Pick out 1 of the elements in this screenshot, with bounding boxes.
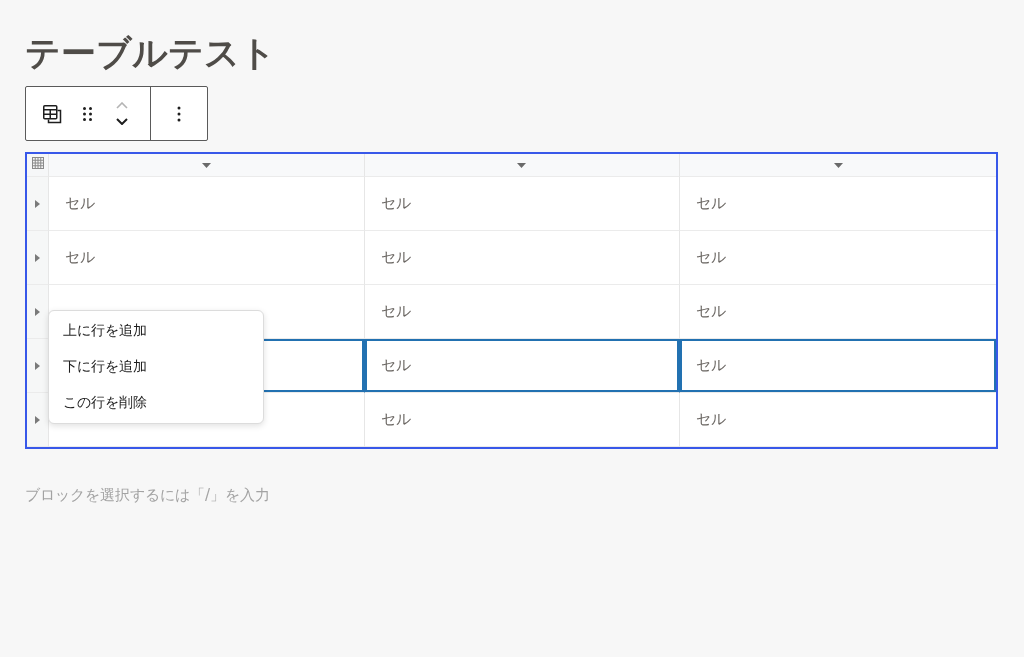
page-title: テーブルテスト	[25, 32, 276, 74]
